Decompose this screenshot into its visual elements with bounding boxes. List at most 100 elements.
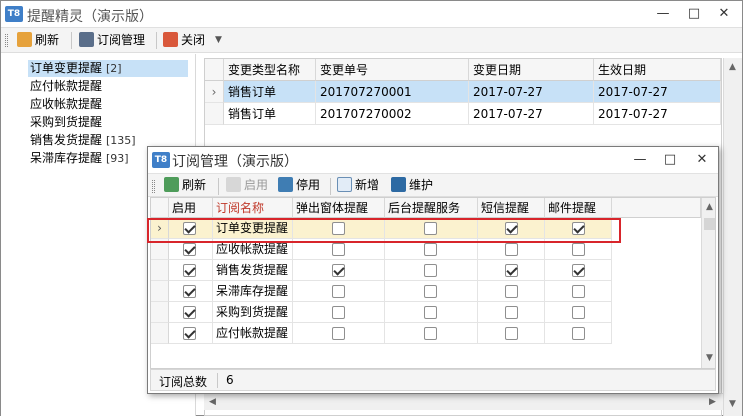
row-indicator-icon: › [205,81,224,103]
close-button[interactable]: 关闭 [163,31,205,50]
disable-button[interactable]: 停用 [278,176,320,195]
cell-subscription-name: 呆滞库存提醒 [213,281,293,302]
list-item-order-change[interactable]: 订单变更提醒 [2] [28,60,188,77]
background-checkbox[interactable] [424,222,437,235]
minimize-icon[interactable]: — [653,4,673,24]
enable-button[interactable]: 启用 [226,176,268,195]
enabled-checkbox[interactable] [183,285,196,298]
column-header[interactable]: 变更类型名称 [224,59,316,81]
maintain-button[interactable]: 维护 [391,176,433,195]
background-checkbox[interactable] [424,327,437,340]
scroll-left-icon[interactable]: ◀ [204,394,221,411]
add-button[interactable]: 新增 [337,176,379,195]
column-header[interactable]: 邮件提醒 [545,198,612,218]
subscription-manage-button[interactable]: 订阅管理 [79,31,145,50]
email-checkbox[interactable] [572,327,585,340]
popup-checkbox[interactable] [332,264,345,277]
sms-checkbox[interactable] [505,306,518,319]
email-checkbox[interactable] [572,285,585,298]
cell-enabled [169,323,213,344]
email-checkbox[interactable] [572,243,585,256]
column-header[interactable]: 变更日期 [469,59,594,81]
enabled-checkbox[interactable] [183,327,196,340]
sms-checkbox[interactable] [505,285,518,298]
enabled-checkbox[interactable] [183,243,196,256]
row-indicator [205,103,224,125]
list-item-sales-shipment[interactable]: 销售发货提醒 [135] [28,132,136,149]
column-header[interactable]: 订阅名称 [213,198,293,218]
table-row[interactable]: 应收帐款提醒 [151,239,699,260]
scroll-thumb[interactable] [704,218,715,230]
dialog-close-icon[interactable]: ✕ [692,150,712,170]
toolbar-grip[interactable] [152,180,155,193]
email-checkbox[interactable] [572,222,585,235]
close-window-icon[interactable]: ✕ [714,4,734,24]
list-item-label: 订单变更提醒 [30,61,103,75]
popup-checkbox[interactable] [332,306,345,319]
grid-vertical-scrollbar[interactable]: ▲ ▼ [723,58,742,416]
popup-checkbox[interactable] [332,243,345,256]
background-checkbox[interactable] [424,264,437,277]
refresh-icon [17,32,32,47]
sms-checkbox[interactable] [505,264,518,277]
cell-background [385,260,478,281]
enabled-checkbox[interactable] [183,222,196,235]
sms-checkbox[interactable] [505,222,518,235]
list-item-label: 应付帐款提醒 [30,79,103,93]
background-checkbox[interactable] [424,243,437,256]
list-item-purchase-arrival[interactable]: 采购到货提醒 [28,114,102,131]
cell-subscription-name: 销售发货提醒 [213,260,293,281]
table-row[interactable]: › 订单变更提醒 [151,218,699,239]
scroll-down-icon[interactable]: ▼ [701,350,715,367]
scroll-right-icon[interactable]: ▶ [704,394,721,411]
column-header[interactable]: 短信提醒 [478,198,545,218]
scroll-up-icon[interactable]: ▲ [701,199,715,216]
list-item-receivables[interactable]: 应收帐款提醒 [28,96,102,113]
column-header[interactable]: 变更单号 [316,59,469,81]
dialog-maximize-icon[interactable]: □ [660,150,680,170]
column-header[interactable]: 弹出窗体提醒 [293,198,385,218]
refresh-button[interactable]: 刷新 [17,31,59,50]
cell-email [545,260,612,281]
table-row[interactable]: 采购到货提醒 [151,302,699,323]
table-row[interactable]: 销售发货提醒 [151,260,699,281]
scroll-down-icon[interactable]: ▼ [724,396,741,413]
cell-background [385,239,478,260]
sms-checkbox[interactable] [505,243,518,256]
main-window-title: 提醒精灵（演示版） [27,9,153,25]
toolbar-overflow-icon[interactable]: ▼ [215,31,222,50]
popup-checkbox[interactable] [332,285,345,298]
column-header[interactable]: 后台提醒服务 [385,198,478,218]
grid-horizontal-scrollbar[interactable]: ◀ ▶ [204,393,723,410]
table-row[interactable]: 应付帐款提醒 [151,323,699,344]
dialog-refresh-label: 刷新 [182,178,207,192]
table-row[interactable]: › 销售订单 201707270001 2017-07-27 2017-07-2… [205,81,721,103]
email-checkbox[interactable] [572,264,585,277]
dialog-minimize-icon[interactable]: — [630,150,650,170]
stop-icon [278,177,293,192]
dialog-vertical-scrollbar[interactable]: ▲ ▼ [701,198,715,368]
list-item-slow-stock[interactable]: 呆滞库存提醒 [93] [28,150,129,167]
column-header[interactable]: 启用 [169,198,213,218]
column-header[interactable]: 生效日期 [594,59,721,81]
status-separator [217,373,218,388]
scroll-up-icon[interactable]: ▲ [724,59,741,76]
sms-checkbox[interactable] [505,327,518,340]
maximize-icon[interactable]: □ [684,4,704,24]
background-checkbox[interactable] [424,306,437,319]
list-item-label: 采购到货提醒 [30,115,103,129]
list-item-count: [2] [106,62,122,75]
cell-enabled [169,302,213,323]
enabled-checkbox[interactable] [183,306,196,319]
background-checkbox[interactable] [424,285,437,298]
popup-checkbox[interactable] [332,222,345,235]
email-checkbox[interactable] [572,306,585,319]
cell-effective-date: 2017-07-27 [594,103,721,125]
dialog-refresh-button[interactable]: 刷新 [164,176,206,195]
toolbar-grip[interactable] [5,34,8,47]
table-row[interactable]: 呆滞库存提醒 [151,281,699,302]
popup-checkbox[interactable] [332,327,345,340]
list-item-payables[interactable]: 应付帐款提醒 [28,78,102,95]
table-row[interactable]: 销售订单 201707270002 2017-07-27 2017-07-27 [205,103,721,125]
enabled-checkbox[interactable] [183,264,196,277]
